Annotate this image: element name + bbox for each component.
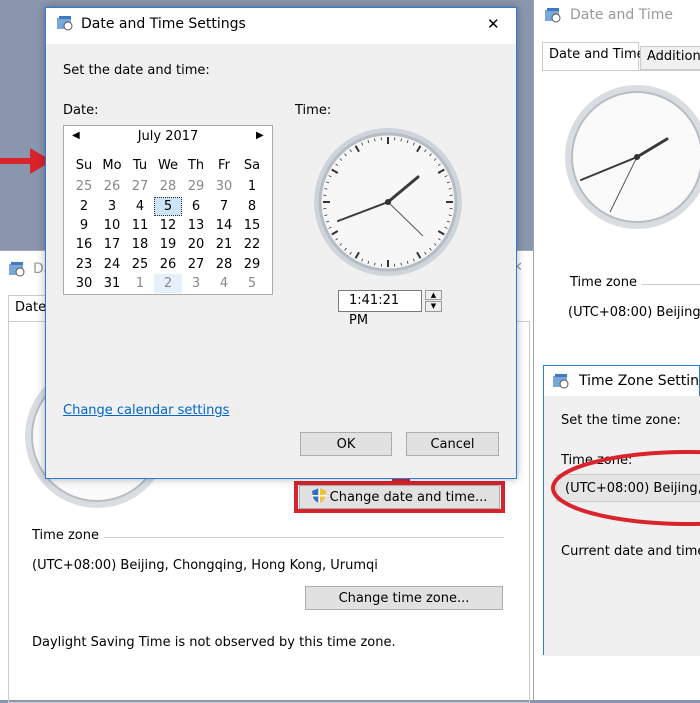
calendar-day[interactable]: 27	[182, 255, 210, 274]
dialog-title: Date and Time Settings	[81, 16, 246, 32]
left-timezone-value: (UTC+08:00) Beijing, Chongqing, Hong Kon…	[32, 558, 378, 573]
date-label: Date:	[63, 103, 98, 118]
cancel-button[interactable]: Cancel	[406, 432, 499, 456]
calendar-day[interactable]: 12	[154, 216, 182, 235]
calendar-weekday-header: Tu	[126, 156, 154, 175]
calendar-day[interactable]: 4	[210, 274, 238, 293]
right-window-title: Date and Time	[570, 7, 673, 23]
calendar-day[interactable]: 3	[182, 274, 210, 293]
right-timezone-heading: Time zone	[570, 275, 637, 290]
calendar-day[interactable]: 28	[154, 177, 182, 196]
tab-date-and-time[interactable]: Date and Time	[542, 42, 639, 70]
clock-globe-icon	[8, 261, 26, 277]
calendar-day[interactable]: 10	[98, 216, 126, 235]
calendar-day[interactable]: 14	[210, 216, 238, 235]
calendar-day[interactable]: 13	[182, 216, 210, 235]
calendar-grid: SuMoTuWeThFrSa25262728293012345678910111…	[70, 156, 268, 292]
calendar-day[interactable]: 1	[126, 274, 154, 293]
calendar-month-year[interactable]: July 2017	[64, 129, 272, 144]
calendar-day[interactable]: 16	[70, 235, 98, 254]
left-timezone-heading: Time zone	[32, 528, 99, 543]
calendar-day[interactable]: 2	[70, 197, 98, 216]
calendar-day[interactable]: 21	[210, 235, 238, 254]
calendar-day[interactable]: 7	[210, 197, 238, 216]
calendar-weekday-header: Th	[182, 156, 210, 175]
left-timezone-divider	[104, 537, 504, 538]
calendar: ◀ July 2017 ▶ SuMoTuWeThFrSa252627282930…	[63, 125, 273, 295]
calendar-day[interactable]: 29	[182, 177, 210, 196]
calendar-next-month-icon[interactable]: ▶	[256, 130, 264, 141]
analog-clock-right	[562, 82, 700, 232]
clock-globe-icon	[552, 373, 570, 389]
ok-button[interactable]: OK	[300, 432, 392, 456]
dst-text: Daylight Saving Time is not observed by …	[32, 635, 396, 650]
calendar-day[interactable]: 5	[238, 274, 266, 293]
calendar-day[interactable]: 1	[238, 177, 266, 196]
calendar-day[interactable]: 18	[126, 235, 154, 254]
analog-clock	[312, 126, 464, 278]
calendar-day[interactable]: 20	[182, 235, 210, 254]
calendar-day-selected[interactable]: 5	[154, 197, 182, 216]
set-date-time-label: Set the date and time:	[63, 63, 210, 78]
calendar-weekday-header: We	[154, 156, 182, 175]
calendar-weekday-header: Mo	[98, 156, 126, 175]
calendar-day[interactable]: 23	[70, 255, 98, 274]
calendar-weekday-header: Sa	[238, 156, 266, 175]
time-spin-up-icon[interactable]: ▲	[425, 290, 442, 300]
time-label: Time:	[295, 103, 331, 118]
close-icon[interactable]: ✕	[487, 15, 500, 33]
calendar-day[interactable]: 15	[238, 216, 266, 235]
calendar-day[interactable]: 26	[98, 177, 126, 196]
tz-current-label: Current date and time	[561, 544, 700, 559]
calendar-day[interactable]: 24	[98, 255, 126, 274]
change-date-time-highlight	[294, 481, 505, 513]
clock-globe-icon	[544, 7, 562, 23]
calendar-day[interactable]: 4	[126, 197, 154, 216]
tz-dialog-titlebar: Time Zone Settings	[544, 366, 699, 396]
calendar-day[interactable]: 3	[98, 197, 126, 216]
calendar-day[interactable]: 2	[154, 274, 182, 293]
calendar-day[interactable]: 30	[210, 177, 238, 196]
calendar-day[interactable]: 9	[70, 216, 98, 235]
dialog-titlebar: Date and Time Settings ✕	[46, 8, 516, 38]
date-time-settings-dialog: Date and Time Settings ✕ Set the date an…	[45, 7, 517, 479]
annotation-circle	[548, 440, 700, 540]
right-timezone-divider	[642, 284, 700, 285]
tab-additional-clocks[interactable]: Additiona	[640, 46, 700, 70]
right-timezone-value: (UTC+08:00) Beijing,	[568, 305, 700, 320]
calendar-day[interactable]: 17	[98, 235, 126, 254]
time-spin-down-icon[interactable]: ▼	[425, 301, 442, 312]
time-input[interactable]: 1:41:21 PM	[338, 290, 422, 312]
calendar-day[interactable]: 30	[70, 274, 98, 293]
calendar-day[interactable]: 27	[126, 177, 154, 196]
calendar-day[interactable]: 19	[154, 235, 182, 254]
calendar-weekday-header: Fr	[210, 156, 238, 175]
calendar-day[interactable]: 25	[126, 255, 154, 274]
calendar-day[interactable]: 31	[98, 274, 126, 293]
tz-dialog-title: Time Zone Settings	[579, 373, 700, 389]
calendar-day[interactable]: 22	[238, 235, 266, 254]
calendar-day[interactable]: 25	[70, 177, 98, 196]
calendar-day[interactable]: 6	[182, 197, 210, 216]
calendar-day[interactable]: 11	[126, 216, 154, 235]
calendar-day[interactable]: 8	[238, 197, 266, 216]
calendar-day[interactable]: 28	[210, 255, 238, 274]
change-calendar-settings-link[interactable]: Change calendar settings	[63, 403, 229, 418]
tz-set-label: Set the time zone:	[561, 413, 681, 428]
right-window-titlebar: Date and Time	[534, 0, 700, 30]
calendar-weekday-header: Su	[70, 156, 98, 175]
clock-globe-icon	[56, 15, 74, 31]
change-time-zone-button[interactable]: Change time zone...	[305, 586, 503, 610]
calendar-day[interactable]: 26	[154, 255, 182, 274]
calendar-day[interactable]: 29	[238, 255, 266, 274]
